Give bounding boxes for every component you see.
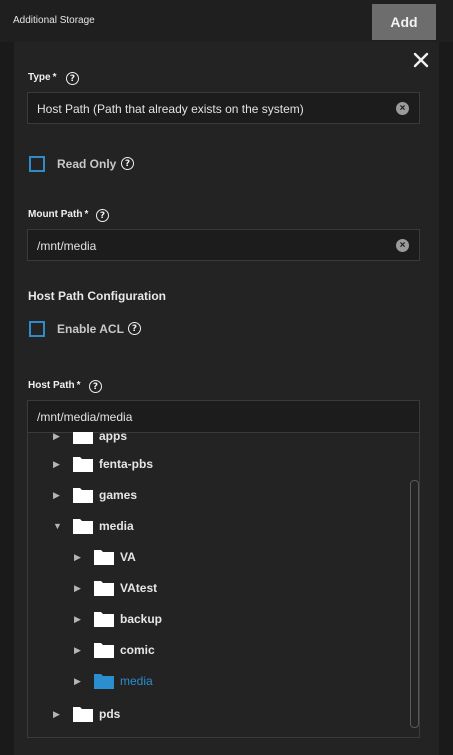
- help-icon[interactable]: ?: [89, 380, 102, 393]
- folder-icon: [73, 519, 93, 534]
- tree-scrollbar[interactable]: [410, 480, 419, 728]
- tree-item-label: media: [99, 519, 134, 533]
- chevron-right-icon[interactable]: ▶: [53, 432, 63, 441]
- mount-path-label: Mount Path *: [28, 209, 88, 220]
- tree-item[interactable]: ▶ VAtest: [74, 578, 157, 598]
- read-only-checkbox[interactable]: [29, 156, 45, 172]
- tree-item[interactable]: ▶ comic: [74, 640, 155, 660]
- tree-item[interactable]: ▶ fenta-pbs: [53, 454, 153, 474]
- mount-path-input[interactable]: /mnt/media ×: [27, 229, 420, 261]
- clear-icon[interactable]: ×: [396, 239, 409, 252]
- folder-icon: [94, 550, 114, 565]
- chevron-right-icon[interactable]: ▶: [74, 583, 84, 593]
- add-button[interactable]: Add: [372, 4, 436, 40]
- tree-item-label: pds: [99, 707, 121, 721]
- host-path-label: Host Path *: [28, 380, 81, 391]
- tree-item[interactable]: ▶ VA: [74, 547, 136, 567]
- host-path-label-text: Host Path: [28, 380, 75, 391]
- folder-icon: [73, 457, 93, 472]
- tree-item-label: apps: [99, 432, 128, 443]
- tree-item-label: games: [99, 488, 138, 502]
- chevron-right-icon[interactable]: ▶: [74, 614, 84, 624]
- tree-item-label: backup: [120, 612, 163, 626]
- required-marker: *: [84, 209, 89, 220]
- host-path-value: /mnt/media/media: [37, 410, 133, 424]
- folder-icon: [94, 674, 114, 689]
- folder-icon: [94, 612, 114, 627]
- tree-item-label: fenta-pbs: [99, 457, 153, 471]
- tree-item-label: media: [120, 674, 153, 688]
- help-icon[interactable]: ?: [96, 209, 109, 222]
- folder-icon: [73, 432, 93, 444]
- tree-item[interactable]: ▶ pds: [53, 704, 120, 724]
- chevron-right-icon[interactable]: ▶: [53, 459, 63, 469]
- folder-icon: [94, 581, 114, 596]
- folder-icon: [94, 643, 114, 658]
- type-label: Type *: [28, 72, 57, 83]
- required-marker: *: [76, 380, 81, 391]
- required-marker: *: [52, 72, 57, 83]
- type-label-text: Type: [28, 72, 51, 83]
- dialog-title: Additional Storage: [13, 15, 95, 26]
- type-select[interactable]: Host Path (Path that already exists on t…: [27, 92, 420, 124]
- chevron-right-icon[interactable]: ▶: [74, 552, 84, 562]
- help-icon[interactable]: ?: [121, 157, 134, 170]
- host-path-config-title: Host Path Configuration: [28, 289, 166, 303]
- tree-item[interactable]: ▶ apps: [53, 432, 127, 446]
- chevron-right-icon[interactable]: ▶: [74, 645, 84, 655]
- close-icon[interactable]: [411, 50, 431, 70]
- top-bar: Additional Storage Add: [0, 0, 453, 42]
- chevron-right-icon[interactable]: ▶: [53, 490, 63, 500]
- tree-item[interactable]: ▶ games: [53, 485, 137, 505]
- clear-icon[interactable]: ×: [396, 102, 409, 115]
- tree-item-label: VAtest: [120, 581, 158, 595]
- folder-icon: [73, 707, 93, 722]
- enable-acl-label: Enable ACL: [57, 322, 124, 336]
- chevron-down-icon[interactable]: ▼: [53, 521, 63, 531]
- tree-item-selected[interactable]: ▶ media: [74, 671, 153, 691]
- chevron-right-icon[interactable]: ▶: [74, 676, 84, 686]
- file-tree: ▶ apps ▶ fenta-pbs ▶ games ▼ media ▶ VA …: [27, 432, 420, 738]
- type-value: Host Path (Path that already exists on t…: [37, 102, 304, 116]
- help-icon[interactable]: ?: [128, 322, 141, 335]
- read-only-label: Read Only: [57, 157, 117, 171]
- tree-item[interactable]: ▶ backup: [74, 609, 162, 629]
- folder-icon: [73, 488, 93, 503]
- tree-item-label: VA: [120, 550, 136, 564]
- mount-path-value: /mnt/media: [37, 239, 97, 253]
- host-path-input[interactable]: /mnt/media/media: [27, 400, 420, 433]
- tree-item[interactable]: ▼ media: [53, 516, 134, 536]
- tree-item-label: comic: [120, 643, 155, 657]
- help-icon[interactable]: ?: [66, 72, 79, 85]
- enable-acl-checkbox[interactable]: [29, 321, 45, 337]
- chevron-right-icon[interactable]: ▶: [53, 709, 63, 719]
- mount-path-label-text: Mount Path: [28, 209, 83, 220]
